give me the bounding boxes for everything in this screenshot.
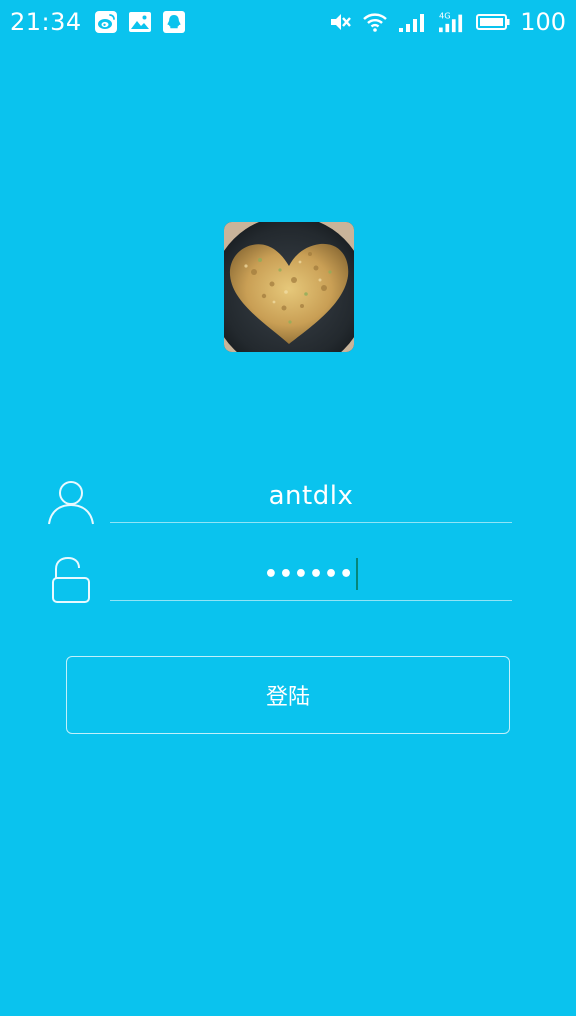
username-value: antdlx — [268, 481, 354, 511]
wifi-icon — [362, 10, 388, 34]
battery-level: 100 — [520, 8, 566, 36]
login-button[interactable]: 登陆 — [66, 656, 510, 734]
image-icon — [128, 10, 152, 34]
user-icon — [46, 476, 96, 526]
username-row: antdlx — [46, 470, 512, 530]
login-button-label: 登陆 — [265, 685, 310, 710]
username-field[interactable]: antdlx — [110, 470, 512, 523]
unlock-icon — [46, 554, 96, 604]
login-screen: 21:34 4G 100 antdlx •••••• 登陆 — [0, 0, 576, 1016]
password-value: •••••• — [263, 561, 355, 587]
svg-text:4G: 4G — [439, 10, 451, 20]
status-left: 21:34 — [10, 8, 196, 36]
password-row: •••••• — [46, 548, 512, 608]
weibo-icon — [94, 10, 118, 34]
signal-icon — [398, 10, 426, 34]
battery-icon — [476, 10, 510, 34]
avatar[interactable] — [224, 222, 354, 352]
avatar-image — [224, 222, 354, 352]
status-right: 4G 100 — [318, 8, 566, 36]
mute-icon — [328, 10, 352, 34]
status-bar: 21:34 4G 100 — [0, 0, 576, 44]
text-caret — [356, 558, 359, 590]
password-field[interactable]: •••••• — [110, 548, 512, 601]
status-time: 21:34 — [10, 8, 82, 36]
4g-signal-icon: 4G — [436, 10, 466, 34]
qq-icon — [162, 10, 186, 34]
